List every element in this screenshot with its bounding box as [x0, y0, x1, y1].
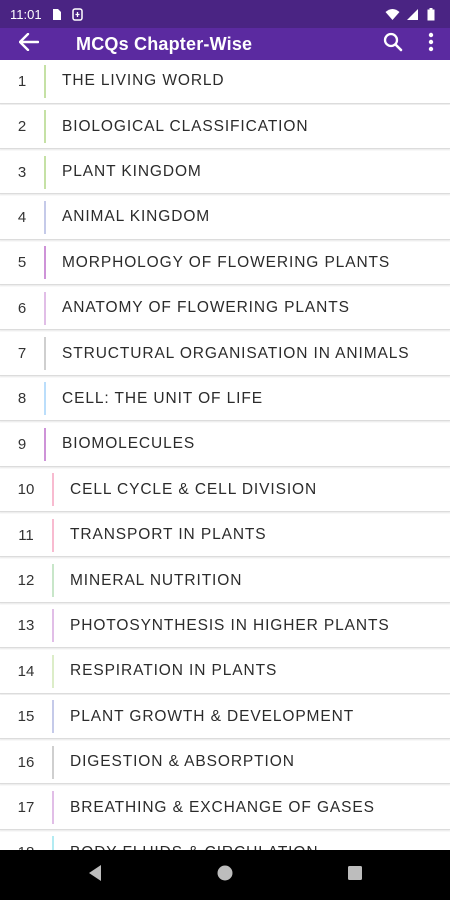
chapter-row[interactable]: 15 PLANT GROWTH & DEVELOPMENT	[0, 695, 450, 739]
chapter-number: 16	[17, 753, 35, 771]
search-button[interactable]	[374, 28, 412, 60]
chapter-title: PLANT KINGDOM	[62, 163, 202, 181]
chapter-number: 11	[18, 526, 34, 544]
nav-recents-button[interactable]	[290, 850, 420, 900]
chapter-row[interactable]: 9 BIOMOLECULES	[0, 423, 450, 467]
chapter-row[interactable]: 17 BREATHING & EXCHANGE OF GASES	[0, 786, 450, 830]
chapter-number: 7	[17, 345, 27, 363]
chapter-number: 3	[17, 163, 27, 181]
chapter-row[interactable]: 13 PHOTOSYNTHESIS IN HIGHER PLANTS	[0, 604, 450, 649]
chapter-list[interactable]: 1 THE LIVING WORLD 2 BIOLOGICAL CLASSIFICAT…	[0, 60, 450, 850]
chapter-number: 5	[17, 254, 27, 272]
chapter-title: MORPHOLOGY OF FLOWERING PLANTS	[62, 253, 391, 271]
chapter-row[interactable]: 3 PLANT KINGDOM	[0, 150, 450, 195]
app-bar: MCQs Chapter-Wise	[0, 28, 450, 60]
chapter-row[interactable]: 18BODY FLUIDS & CIRCULATION	[0, 831, 450, 850]
chapter-row[interactable]: 8 CELL: THE UNIT OF LIFE	[0, 377, 450, 422]
chapter-title: DIGESTION & ABSORPTION	[70, 753, 295, 771]
back-arrow-icon	[18, 32, 40, 56]
more-vert-icon	[428, 32, 434, 57]
sd-card-icon	[50, 8, 63, 21]
chapter-number: 4	[17, 208, 27, 226]
chapter-title: ANATOMY OF FLOWERING PLANTS	[62, 299, 350, 317]
chapter-row[interactable]: 14 RESPIRATION IN PLANTS	[0, 650, 450, 694]
chapter-title: TRANSPORT IN PLANTS	[70, 526, 267, 544]
back-button[interactable]	[0, 28, 58, 60]
chapter-number: 8	[17, 390, 27, 408]
status-time: 11:01	[10, 6, 42, 22]
chapter-number: 10	[17, 481, 35, 499]
chapter-row[interactable]: 11 TRANSPORT IN PLANTS	[0, 513, 450, 558]
nav-back-button[interactable]	[30, 850, 160, 900]
chapter-number: 17	[17, 799, 35, 816]
more-options-button[interactable]	[412, 28, 450, 60]
chapter-title: RESPIRATION IN PLANTS	[70, 662, 278, 680]
page-title: MCQs Chapter-Wise	[76, 33, 253, 54]
recents-square-icon	[347, 865, 363, 886]
chapter-number: 13	[17, 617, 35, 635]
chapter-number: 2	[17, 118, 27, 136]
chapter-title: MINERAL NUTRITION	[70, 571, 243, 589]
chapter-row[interactable]: 7 STRUCTURAL ORGANISATION IN ANIMALS	[0, 332, 450, 376]
chapter-title: BREATHING & EXCHANGE OF GASES	[70, 798, 375, 816]
chapter-title: PLANT GROWTH & DEVELOPMENT	[70, 707, 355, 725]
chapter-title: THE LIVING WORLD	[62, 72, 225, 90]
chapter-title: ANIMAL KINGDOM	[62, 208, 211, 226]
chapter-title: PHOTOSYNTHESIS IN HIGHER PLANTS	[70, 616, 390, 634]
search-icon	[383, 32, 403, 57]
chapter-number: 12	[17, 572, 35, 590]
status-bar: 11:01	[0, 0, 450, 28]
navigation-bar	[0, 850, 450, 900]
chapter-number: 14	[17, 662, 35, 680]
chapter-number: 1	[17, 72, 27, 90]
chapter-row[interactable]: 6 ANATOMY OF FLOWERING PLANTS	[0, 286, 450, 331]
chapter-title: BIOMOLECULES	[62, 435, 196, 453]
nav-home-button[interactable]	[160, 850, 290, 900]
chapter-row[interactable]: 12 MINERAL NUTRITION	[0, 559, 450, 603]
chapter-row[interactable]: 16 DIGESTION & ABSORPTION	[0, 740, 450, 785]
chapter-number: 6	[17, 299, 27, 317]
chapter-row[interactable]: 10 CELL CYCLE & CELL DIVISION	[0, 468, 450, 513]
chapter-title: BIOLOGICAL CLASSIFICATION	[62, 117, 309, 135]
battery-icon	[427, 7, 440, 21]
back-triangle-icon	[87, 864, 103, 887]
home-circle-icon	[216, 864, 234, 887]
chapter-title: CELL: THE UNIT OF LIFE	[62, 389, 263, 407]
chapter-title: CELL CYCLE & CELL DIVISION	[70, 480, 318, 498]
chapter-row[interactable]: 4 ANIMAL KINGDOM	[0, 196, 450, 240]
chapter-number: 9	[17, 435, 27, 453]
chapter-row[interactable]: 1 THE LIVING WORLD	[0, 60, 450, 104]
chapter-number: 15	[17, 708, 35, 726]
chapter-title: STRUCTURAL ORGANISATION IN ANIMALS	[62, 344, 410, 362]
chapter-row[interactable]: 5 MORPHOLOGY OF FLOWERING PLANTS	[0, 241, 450, 286]
chapter-row[interactable]: 2 BIOLOGICAL CLASSIFICATION	[0, 105, 450, 149]
signal-icon	[406, 8, 419, 21]
g-notification-icon	[71, 7, 84, 21]
wifi-icon	[385, 8, 400, 21]
